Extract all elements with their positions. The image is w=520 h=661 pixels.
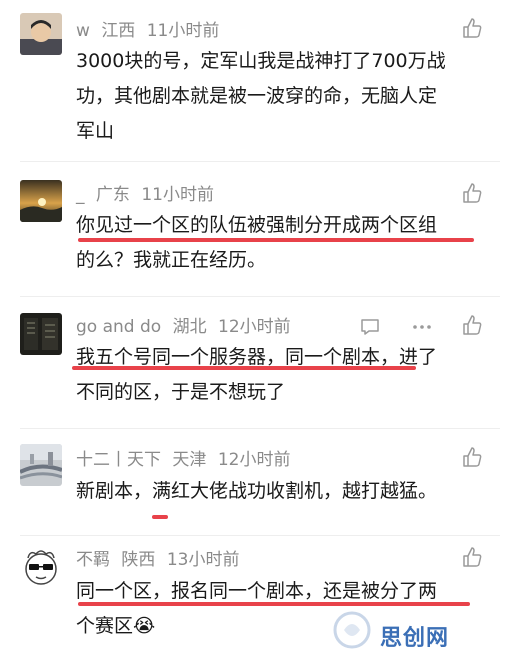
comment-meta: _ 广东 11小时前 — [76, 184, 220, 206]
timestamp: 12小时前 — [217, 450, 291, 470]
thumbs-up-icon[interactable] — [461, 546, 483, 568]
comment-line: 功，其他剧本就是被一波穿的命，无脑人定 — [76, 85, 438, 107]
thumbs-up-icon[interactable] — [461, 182, 483, 204]
avatar[interactable] — [20, 13, 62, 55]
location: 广东 — [95, 185, 130, 205]
avatar[interactable] — [20, 180, 62, 222]
comment-text: 3000块的号，定军山我是战神打了700万战 功，其他剧本就是被一波穿的命，无脑… — [76, 44, 491, 149]
location: 天津 — [172, 450, 207, 470]
highlight-underline — [152, 515, 168, 519]
avatar[interactable] — [20, 444, 62, 486]
comment-text: 新剧本，满红大佬战功收割机，越打越猛。 — [76, 474, 491, 509]
comment-text: 你见过一个区的队伍被强制分开成两个区组 的么？我就正在经历。 — [76, 208, 491, 278]
comment-text: 我五个号同一个服务器，同一个剧本，进了 不同的区，于是不想玩了 — [76, 340, 491, 410]
comment-meta: go and do 湖北 12小时前 — [76, 316, 297, 338]
comment-line: 3000块的号，定军山我是战神打了700万战 — [76, 50, 446, 72]
username[interactable]: w — [76, 21, 90, 41]
watermark: 思创网 — [330, 610, 520, 651]
timestamp: 11小时前 — [141, 185, 214, 205]
comment-line: 军山 — [76, 120, 115, 142]
highlight-underline — [78, 602, 470, 606]
reply-icon[interactable] — [359, 316, 381, 338]
timestamp: 11小时前 — [146, 21, 220, 41]
divider — [20, 535, 500, 536]
highlight-underline — [78, 238, 474, 242]
avatar[interactable] — [20, 546, 62, 588]
thumbs-up-icon[interactable] — [461, 446, 483, 468]
location: 江西 — [101, 21, 136, 41]
comment-meta: 不羁 陕西 13小时前 — [76, 549, 245, 571]
watermark-logo-icon — [333, 611, 371, 649]
comment-line: 的么？我就正在经历。 — [76, 249, 267, 271]
comment-line: 不同的区，于是不想玩了 — [76, 381, 286, 403]
comment-meta: 十二丨天下 天津 12小时前 — [76, 449, 296, 471]
divider — [20, 161, 500, 162]
comment-meta: w 江西 11小时前 — [76, 20, 225, 42]
location: 湖北 — [172, 317, 207, 337]
avatar[interactable] — [20, 313, 62, 355]
username[interactable]: 不羁 — [76, 550, 110, 570]
comment-line: 新剧本，满红大佬战功收割机，越打越猛。 — [76, 480, 438, 502]
thumbs-up-icon[interactable] — [461, 17, 483, 39]
divider — [20, 428, 500, 429]
watermark-text: 思创网 — [380, 626, 450, 651]
timestamp: 13小时前 — [166, 550, 240, 570]
highlight-underline — [72, 366, 416, 370]
location: 陕西 — [121, 550, 156, 570]
username[interactable]: 十二丨天下 — [76, 450, 161, 470]
username[interactable]: _ — [76, 185, 85, 205]
divider — [20, 296, 500, 297]
thumbs-up-icon[interactable] — [461, 314, 483, 336]
timestamp: 12小时前 — [218, 317, 291, 337]
username[interactable]: go and do — [76, 317, 161, 337]
more-options-icon[interactable] — [411, 316, 433, 338]
